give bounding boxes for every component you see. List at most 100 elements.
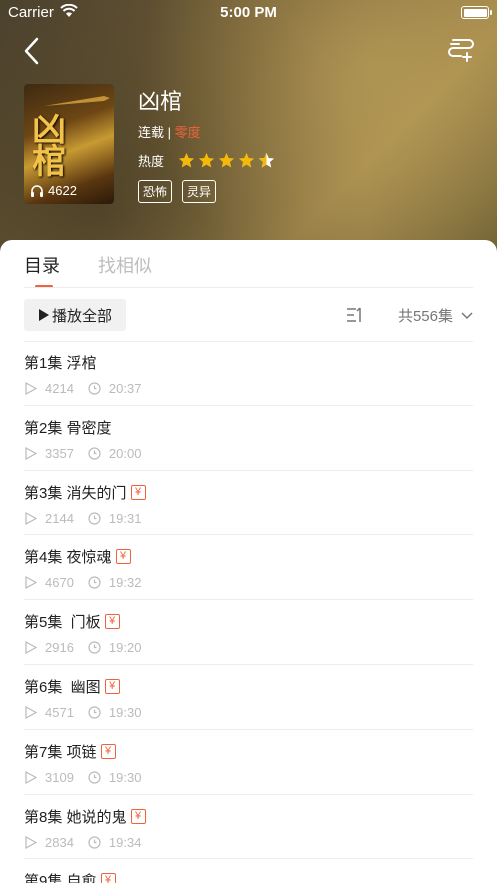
episode-title: 第5集 门板 ¥	[24, 611, 120, 632]
episode-list: 第1集 浮棺 4214 20:37 第2集 骨密度 3357 20:00 第3集 消失的门 ¥…	[24, 341, 473, 883]
book-meta: 连载 | 零度	[138, 122, 201, 141]
clock-icon	[88, 576, 101, 589]
clock-icon	[88, 835, 101, 849]
back-icon[interactable]	[18, 34, 48, 68]
episode-plays: 4670	[45, 575, 74, 591]
episode-row[interactable]: 第8集 她说的鬼 ¥2834 19:34	[24, 795, 473, 860]
episode-title-text: 第9集 自愈	[24, 873, 97, 883]
play-count-icon	[25, 835, 37, 849]
add-to-playlist-icon[interactable]	[447, 36, 475, 64]
half-star-icon	[258, 152, 275, 168]
cover-plays: 4622	[30, 183, 77, 198]
episode-row[interactable]: 第2集 骨密度 3357 20:00	[24, 406, 473, 471]
clock-icon	[88, 447, 101, 460]
episode-row[interactable]: 第1集 浮棺 4214 20:37	[24, 341, 473, 406]
episode-meta: 3357 20:00	[24, 446, 141, 461]
sort-icon[interactable]	[345, 305, 365, 325]
episode-plays: 2916	[45, 640, 74, 656]
episode-title-text: 第4集 夜惊魂	[24, 549, 112, 567]
play-count-icon	[25, 705, 37, 719]
book-cover[interactable]: 凶棺 4622	[24, 84, 114, 204]
author-link[interactable]: 零度	[175, 125, 201, 140]
paid-badge: ¥	[130, 808, 146, 824]
paid-badge: ¥	[100, 873, 116, 883]
episode-plays: 4214	[45, 381, 74, 396]
meta-separator: |	[164, 125, 175, 140]
play-count-icon	[25, 446, 37, 460]
tab-find-similar[interactable]: 找相似	[98, 252, 152, 292]
play-count-icon	[25, 576, 37, 590]
episode-row[interactable]: 第5集 门板 ¥2916 19:20	[24, 600, 473, 665]
clock: 5:00 PM	[220, 4, 277, 21]
episode-title: 第8集 她说的鬼 ¥	[24, 806, 146, 827]
episode-meta: 4571 19:30	[24, 705, 141, 720]
clock-icon	[88, 511, 101, 525]
tag-horror[interactable]: 恐怖	[138, 180, 173, 203]
paid-badge: ¥	[104, 678, 120, 694]
episode-plays: 3109	[45, 769, 74, 785]
status-bar: Carrier 5:00 PM	[0, 0, 497, 26]
star-icon	[178, 152, 195, 168]
tag-list: 恐怖 灵异	[138, 180, 217, 203]
play-count-icon	[25, 511, 37, 525]
episode-plays: 2144	[45, 510, 74, 526]
play-all-button[interactable]: 播放全部	[24, 299, 126, 331]
chevron-down-icon	[461, 311, 473, 319]
battery-icon	[461, 6, 492, 19]
episode-title: 第1集 浮棺	[24, 352, 97, 373]
tag-supernatural[interactable]: 灵异	[182, 180, 217, 203]
episode-duration: 19:20	[108, 640, 142, 656]
episode-title: 第6集 幽图 ¥	[24, 676, 120, 697]
book-title: 凶棺	[138, 89, 183, 114]
heat-label: 热度	[138, 154, 165, 169]
episode-duration: 20:37	[108, 381, 142, 396]
episode-row[interactable]: 第7集 项链 ¥3109 19:30	[24, 730, 473, 795]
play-all-label: 播放全部	[51, 307, 112, 325]
episode-title: 第4集 夜惊魂 ¥	[24, 546, 131, 567]
paid-badge: ¥	[104, 614, 120, 630]
episode-title: 第3集 消失的门 ¥	[24, 482, 146, 503]
star-rating	[178, 152, 275, 169]
episode-duration: 19:30	[108, 769, 142, 785]
episode-duration: 20:00	[108, 445, 142, 461]
episode-plays: 4571	[45, 704, 74, 720]
episode-row[interactable]: 第9集 自愈 ¥	[24, 859, 473, 883]
episode-row[interactable]: 第3集 消失的门 ¥2144 19:31	[24, 471, 473, 536]
tab-bar: 目录 找相似	[24, 252, 152, 292]
play-icon	[38, 309, 49, 321]
paid-badge: ¥	[100, 743, 116, 759]
episode-meta: 2834 19:34	[24, 835, 141, 850]
episode-duration: 19:34	[108, 834, 142, 850]
episode-meta: 2916 19:20	[24, 640, 141, 655]
headphones-icon	[31, 184, 43, 197]
cover-art	[44, 96, 110, 106]
tab-catalog[interactable]: 目录	[24, 252, 60, 292]
clock-icon	[88, 706, 101, 719]
star-icon	[218, 152, 235, 168]
clock-icon	[88, 382, 101, 395]
episode-title-text: 第5集 门板	[24, 614, 101, 632]
cover-plays-count: 4622	[48, 183, 77, 198]
episode-title-text: 第7集 项链	[24, 743, 97, 761]
episode-duration: 19:30	[108, 704, 142, 720]
serial-status: 连载	[138, 125, 165, 140]
episode-title-text: 第8集 她说的鬼	[24, 808, 127, 826]
episode-meta: 4670 19:32	[24, 575, 141, 590]
episode-title: 第7集 项链 ¥	[24, 741, 116, 762]
episode-row[interactable]: 第6集 幽图 ¥4571 19:30	[24, 665, 473, 730]
catalog-panel: 目录 找相似 播放全部 共556集 第1集 浮棺 4214 20:37 第2集 骨密度…	[0, 240, 497, 883]
paid-badge: ¥	[130, 484, 146, 500]
episode-plays: 2834	[45, 834, 74, 850]
play-count-icon	[25, 382, 37, 395]
paid-badge: ¥	[115, 549, 131, 565]
star-icon	[198, 152, 215, 168]
episode-title: 第2集 骨密度	[24, 417, 112, 438]
play-count-icon	[25, 641, 37, 655]
episode-count: 共556集	[397, 308, 453, 325]
header-background: Carrier 5:00 PM 凶棺 4622 凶棺 连载 | 零度 热度 恐怖…	[0, 0, 497, 260]
episode-meta: 3109 19:30	[24, 770, 141, 785]
star-icon	[238, 152, 255, 168]
episode-row[interactable]: 第4集 夜惊魂 ¥4670 19:32	[24, 535, 473, 601]
episode-title-text: 第6集 幽图	[24, 678, 101, 696]
episode-count-dropdown[interactable]: 共556集	[398, 305, 473, 326]
